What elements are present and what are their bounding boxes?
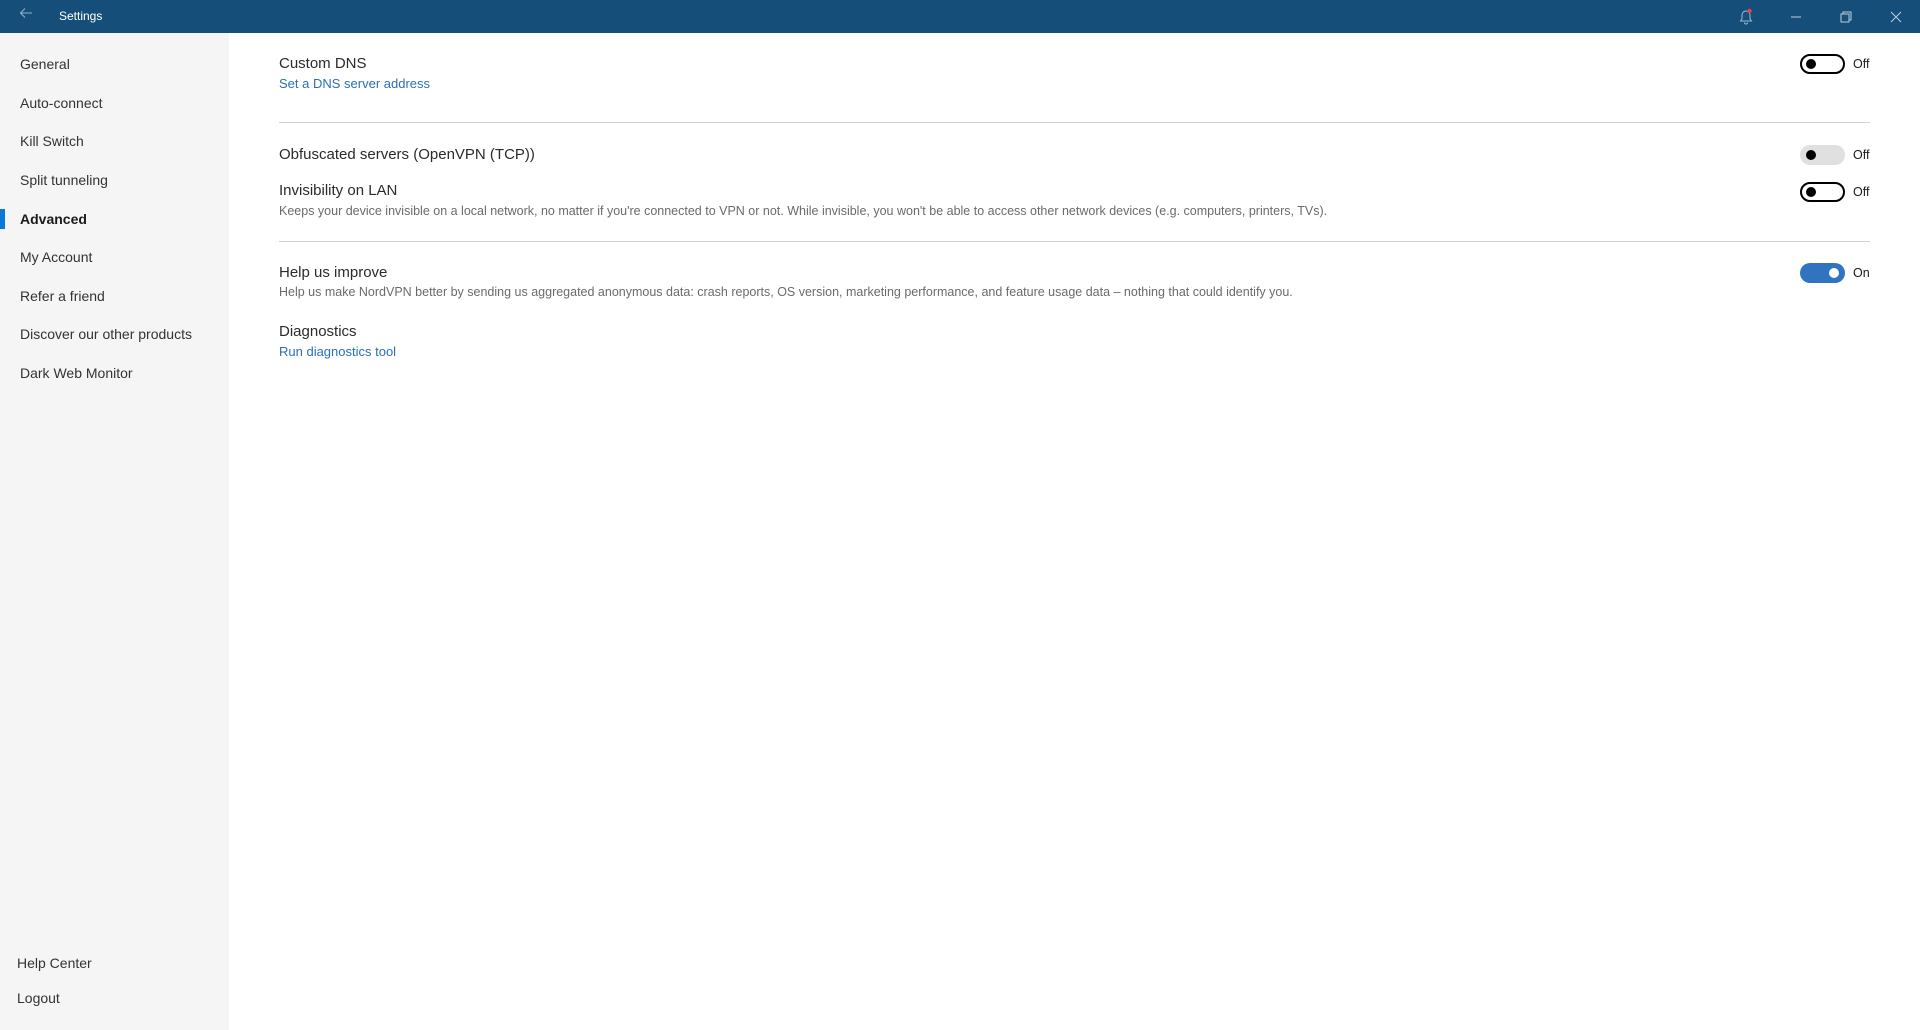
help-improve-state: On (1853, 266, 1870, 280)
set-dns-server-link[interactable]: Set a DNS server address (279, 76, 430, 91)
window-title: Settings (59, 9, 103, 23)
restore-button[interactable] (1823, 0, 1869, 33)
sidebar-item-label: My Account (20, 249, 93, 265)
sidebar-item-general[interactable]: General (0, 48, 229, 80)
custom-dns-toggle[interactable] (1800, 54, 1845, 74)
minimize-icon (1791, 16, 1801, 17)
invisibility-lan-toggle[interactable] (1800, 182, 1845, 202)
sidebar-item-label: General (20, 56, 70, 72)
logout-link[interactable]: Logout (0, 983, 229, 1013)
sidebar-item-label: Dark Web Monitor (20, 365, 133, 381)
help-improve-title: Help us improve (279, 264, 388, 281)
advanced-settings-panel: Custom DNS Set a DNS server address Off … (229, 33, 1920, 1030)
arrow-left-icon (19, 8, 32, 18)
bell-icon (1739, 8, 1753, 24)
help-center-label: Help Center (17, 955, 92, 971)
toggle-knob (1806, 150, 1816, 160)
sidebar: General Auto-connect Kill Switch Split t… (0, 33, 229, 1030)
run-diagnostics-link[interactable]: Run diagnostics tool (279, 344, 396, 359)
sidebar-item-label: Auto-connect (20, 95, 103, 111)
minimize-button[interactable] (1773, 0, 1819, 33)
toggle-knob (1806, 187, 1816, 197)
sidebar-item-my-account[interactable]: My Account (0, 241, 229, 273)
logout-label: Logout (17, 990, 60, 1006)
sidebar-item-label: Discover our other products (20, 326, 192, 342)
sidebar-item-label: Split tunneling (20, 172, 108, 188)
sidebar-item-discover-products[interactable]: Discover our other products (0, 318, 229, 350)
help-improve-description: Help us make NordVPN better by sending u… (279, 285, 1293, 299)
custom-dns-state: Off (1853, 57, 1870, 71)
divider (279, 241, 1870, 242)
obfuscated-servers-title: Obfuscated servers (OpenVPN (TCP)) (279, 146, 535, 163)
sidebar-item-kill-switch[interactable]: Kill Switch (0, 125, 229, 157)
sidebar-item-auto-connect[interactable]: Auto-connect (0, 87, 229, 119)
back-button[interactable] (16, 6, 36, 26)
close-button[interactable] (1873, 0, 1919, 33)
sidebar-item-split-tunneling[interactable]: Split tunneling (0, 164, 229, 196)
sidebar-item-refer-a-friend[interactable]: Refer a friend (0, 280, 229, 312)
diagnostics-title: Diagnostics (279, 323, 357, 340)
custom-dns-title: Custom DNS (279, 55, 367, 72)
divider (279, 122, 1870, 123)
help-improve-toggle[interactable] (1800, 263, 1845, 283)
sidebar-item-label: Advanced (20, 211, 87, 227)
sidebar-item-advanced[interactable]: Advanced (0, 203, 229, 235)
toggle-knob (1806, 59, 1816, 69)
sidebar-item-label: Refer a friend (20, 288, 105, 304)
restore-icon (1840, 11, 1852, 22)
obfuscated-servers-toggle[interactable] (1800, 145, 1845, 165)
active-indicator (0, 209, 5, 229)
invisibility-lan-title: Invisibility on LAN (279, 182, 398, 199)
sidebar-item-label: Kill Switch (20, 133, 84, 149)
title-bar: Settings (0, 0, 1920, 33)
notifications-button[interactable] (1723, 0, 1769, 33)
invisibility-lan-state: Off (1853, 185, 1870, 199)
help-center-link[interactable]: Help Center (0, 948, 229, 978)
invisibility-lan-description: Keeps your device invisible on a local n… (279, 204, 1328, 218)
toggle-knob (1829, 268, 1839, 278)
sidebar-item-dark-web-monitor[interactable]: Dark Web Monitor (0, 357, 229, 389)
close-icon (1890, 11, 1902, 22)
obfuscated-servers-state: Off (1853, 148, 1870, 162)
